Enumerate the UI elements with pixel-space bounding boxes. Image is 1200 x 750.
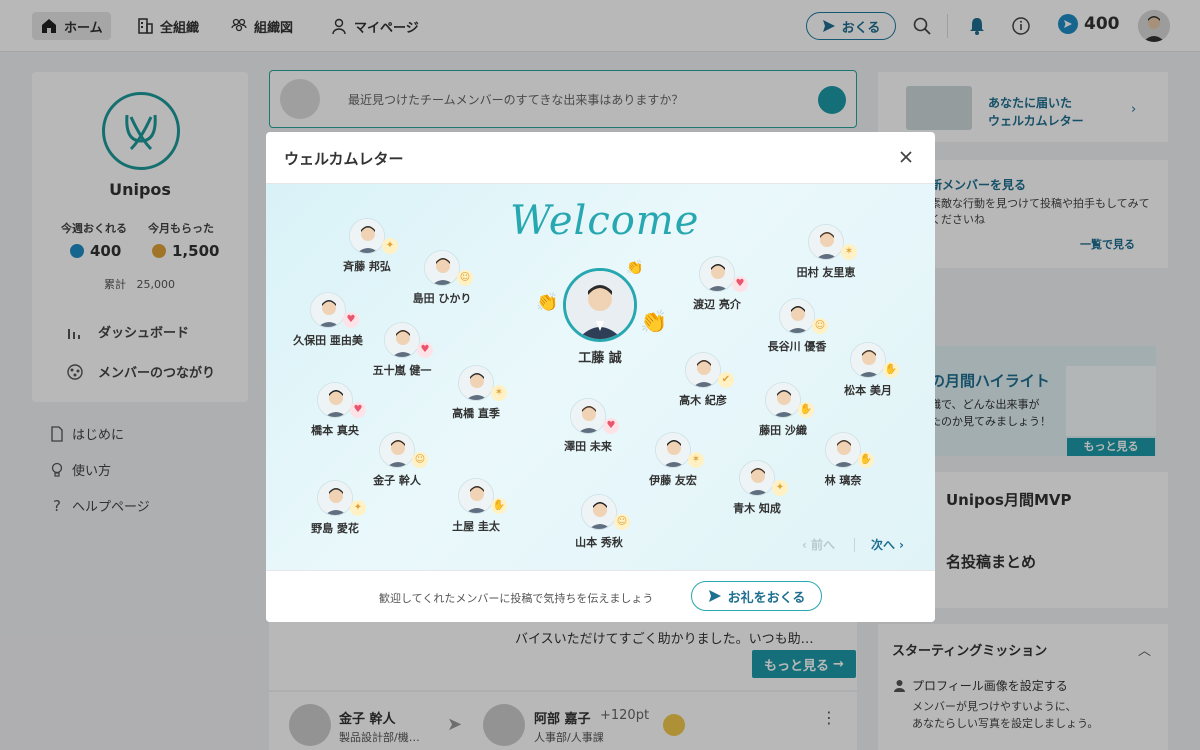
hands-icon: ✋ bbox=[491, 498, 507, 514]
member-name: 島田 ひかり bbox=[412, 292, 472, 305]
close-icon[interactable] bbox=[895, 146, 917, 168]
clap-icon: 👏 bbox=[640, 310, 668, 335]
hands-icon: ✋ bbox=[858, 452, 874, 468]
thumb-icon: ✔ bbox=[718, 372, 734, 388]
prev-page-button[interactable]: ‹ 前へ bbox=[802, 536, 835, 553]
welcome-heading: Welcome bbox=[510, 198, 700, 244]
megaphone-icon: ✦ bbox=[382, 238, 398, 254]
member-name: 土屋 圭太 bbox=[452, 520, 500, 533]
member-avatar bbox=[739, 460, 775, 496]
member-name: 野島 愛花 bbox=[311, 522, 359, 535]
footer-text: 歓迎してくれたメンバーに投稿で気持ちを伝えましょう bbox=[379, 592, 654, 605]
smile-icon: ☺ bbox=[457, 270, 473, 286]
member-avatar bbox=[779, 298, 815, 334]
member-avatar bbox=[458, 365, 494, 401]
heart-icon: ♥ bbox=[417, 342, 433, 358]
heart-icon: ♥ bbox=[732, 276, 748, 292]
party-icon: ✶ bbox=[841, 244, 857, 260]
member-avatar bbox=[384, 322, 420, 358]
main-member-avatar[interactable] bbox=[563, 268, 637, 342]
welcome-letter-modal: ウェルカムレター Welcome 工藤 誠 👏 👏 👏 ‹ 前へ 次へ › ✦ 斉… bbox=[266, 132, 935, 622]
welcome-member[interactable]: ✋ 藤田 沙織 bbox=[738, 382, 828, 438]
hands-icon: ✋ bbox=[798, 402, 814, 418]
welcome-member[interactable]: ✦ 野島 愛花 bbox=[290, 480, 380, 536]
welcome-member[interactable]: ✶ 田村 友里恵 bbox=[781, 224, 871, 280]
member-avatar bbox=[570, 398, 606, 434]
send-icon bbox=[708, 590, 721, 602]
prev-page-label: 前へ bbox=[810, 538, 835, 552]
member-name: 高木 紀彦 bbox=[679, 394, 727, 407]
next-page-label: 次へ bbox=[871, 538, 896, 552]
megaphone-icon: ✦ bbox=[350, 500, 366, 516]
chevron-left-icon: ‹ bbox=[802, 537, 807, 552]
member-avatar bbox=[317, 382, 353, 418]
modal-footer: 歓迎してくれたメンバーに投稿で気持ちを伝えましょう お礼をおくる bbox=[266, 570, 935, 622]
welcome-canvas: Welcome 工藤 誠 👏 👏 👏 ‹ 前へ 次へ › ✦ 斉藤 邦弘 ☺ 島田 ひ… bbox=[266, 184, 935, 570]
member-avatar bbox=[424, 250, 460, 286]
clap-icon: 👏 bbox=[626, 260, 644, 276]
pager-divider bbox=[854, 538, 855, 552]
member-name: 伊藤 友宏 bbox=[649, 474, 697, 487]
welcome-member[interactable]: ✦ 青木 知成 bbox=[712, 460, 802, 516]
member-avatar bbox=[349, 218, 385, 254]
welcome-member[interactable]: ✶ 高橋 直季 bbox=[431, 365, 521, 421]
welcome-member[interactable]: ♥ 澤田 未来 bbox=[543, 398, 633, 454]
smile-icon: ☺ bbox=[812, 318, 828, 334]
member-avatar bbox=[581, 494, 617, 530]
welcome-member[interactable]: ♥ 橋本 真央 bbox=[290, 382, 380, 438]
heart-icon: ♥ bbox=[350, 402, 366, 418]
party-icon: ✶ bbox=[491, 385, 507, 401]
member-avatar bbox=[655, 432, 691, 468]
clap-icon: 👏 bbox=[536, 292, 559, 313]
member-avatar bbox=[379, 432, 415, 468]
send-thanks-label: お礼をおくる bbox=[727, 590, 806, 606]
hands-icon: ✋ bbox=[883, 362, 899, 378]
member-name: 松本 美月 bbox=[844, 384, 892, 397]
modal-header: ウェルカムレター bbox=[266, 132, 935, 184]
member-name: 高橋 直季 bbox=[452, 407, 500, 420]
welcome-member[interactable]: ✋ 松本 美月 bbox=[823, 342, 913, 398]
modal-title: ウェルカムレター bbox=[284, 150, 404, 168]
member-avatar bbox=[850, 342, 886, 378]
welcome-member[interactable]: ✔ 高木 紀彦 bbox=[658, 352, 748, 408]
member-name: 山本 秀秋 bbox=[575, 536, 623, 549]
member-name: 青木 知成 bbox=[733, 502, 781, 515]
member-avatar bbox=[317, 480, 353, 516]
megaphone-icon: ✦ bbox=[772, 480, 788, 496]
welcome-member[interactable]: ✋ 林 璃奈 bbox=[798, 432, 888, 488]
next-page-button[interactable]: 次へ › bbox=[871, 536, 904, 553]
main-member-name: 工藤 誠 bbox=[578, 351, 622, 366]
party-icon: ✶ bbox=[688, 452, 704, 468]
welcome-member[interactable]: ✶ 伊藤 友宏 bbox=[628, 432, 718, 488]
smile-icon: ☺ bbox=[614, 514, 630, 530]
member-name: 田村 友里恵 bbox=[796, 266, 856, 279]
heart-icon: ♥ bbox=[603, 418, 619, 434]
member-name: 澤田 未来 bbox=[564, 440, 612, 453]
member-name: 渡辺 亮介 bbox=[693, 298, 741, 311]
chevron-right-icon: › bbox=[899, 537, 904, 552]
welcome-member[interactable]: ♥ 渡辺 亮介 bbox=[672, 256, 762, 312]
member-avatar bbox=[458, 478, 494, 514]
member-avatar bbox=[765, 382, 801, 418]
member-avatar bbox=[808, 224, 844, 260]
member-avatar bbox=[685, 352, 721, 388]
welcome-member[interactable]: ☺ 山本 秀秋 bbox=[554, 494, 644, 550]
send-thanks-button[interactable]: お礼をおくる bbox=[691, 581, 822, 611]
smile-icon: ☺ bbox=[412, 452, 428, 468]
welcome-member[interactable]: ☺ 島田 ひかり bbox=[397, 250, 487, 306]
member-avatar bbox=[825, 432, 861, 468]
welcome-member[interactable]: ✋ 土屋 圭太 bbox=[431, 478, 521, 534]
member-name: 林 璃奈 bbox=[824, 474, 862, 487]
member-avatar bbox=[310, 292, 346, 328]
member-avatar bbox=[699, 256, 735, 292]
